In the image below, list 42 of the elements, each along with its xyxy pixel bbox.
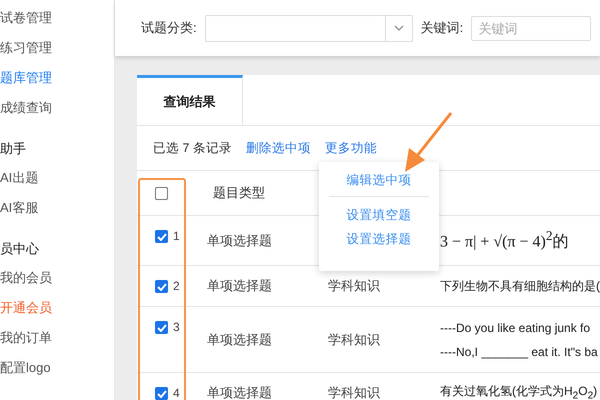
row-number: 3 [173, 321, 180, 334]
sidebar-item[interactable]: 我的订单 [0, 328, 114, 358]
sidebar-item[interactable]: 练习管理 [0, 38, 114, 68]
table-cell: 学科知识 [328, 330, 380, 348]
sidebar-item[interactable]: AI出题 [0, 168, 114, 198]
column-header: 题目类型 [187, 171, 308, 216]
row-number: 4 [173, 387, 180, 400]
question-text: 3 − π| + √(π − 4)$^{2}$的 [440, 228, 569, 253]
filter-label: 关键词: [420, 19, 464, 37]
row-checkbox[interactable] [155, 230, 168, 243]
sidebar-item[interactable]: 我的会员 [0, 268, 114, 298]
filter-label: 试题分类: [141, 19, 197, 37]
question-text: 有关过氧化氢(化学式为H$_{2}$O$_{2}$) [440, 383, 598, 400]
selection-summary: 已选 7 条记录 [153, 140, 232, 156]
sidebar-item[interactable]: 题库管理 [0, 68, 114, 98]
table-cell: 学科知识 [328, 277, 380, 295]
sidebar-item[interactable]: 成绩查询 [0, 98, 114, 128]
row-number: 2 [173, 280, 180, 293]
delete-selected-link[interactable]: 删除选中项 [246, 140, 311, 156]
row-number: 1 [173, 230, 180, 243]
table-cell: 单项选择题 [207, 277, 272, 295]
row-checkbox[interactable] [155, 387, 168, 400]
sidebar-item[interactable]: AI客服 [0, 198, 114, 228]
sidebar-item[interactable]: 配置logo [0, 358, 114, 388]
keyword-field[interactable]: 关键词 [471, 16, 592, 40]
table-cell: 单项选择题 [207, 232, 272, 250]
sidebar-section-title: 助手 [0, 140, 27, 158]
sidebar-section-title: 员中心 [0, 240, 40, 258]
question-text: 下列生物不具有细胞结构的是( [440, 278, 600, 294]
table-cell: 单项选择题 [207, 384, 272, 400]
more-functions-link[interactable]: 更多功能 [324, 140, 377, 156]
chevron-down-icon [394, 25, 404, 31]
table-cell: 学科知识 [328, 384, 380, 400]
select-all-checkbox[interactable] [155, 186, 168, 200]
row-checkbox[interactable] [155, 321, 168, 334]
row-checkbox[interactable] [155, 280, 168, 293]
tab[interactable]: 查询结果 [137, 75, 243, 125]
sidebar-item[interactable]: 试卷管理 [0, 8, 114, 38]
question-text: ----Do you like eating junk fo [440, 320, 590, 334]
question-text: ----No,I _______ eat it. It"s ba [440, 344, 598, 358]
table-cell: 单项选择题 [207, 330, 272, 348]
pointer-arrow [405, 112, 452, 172]
